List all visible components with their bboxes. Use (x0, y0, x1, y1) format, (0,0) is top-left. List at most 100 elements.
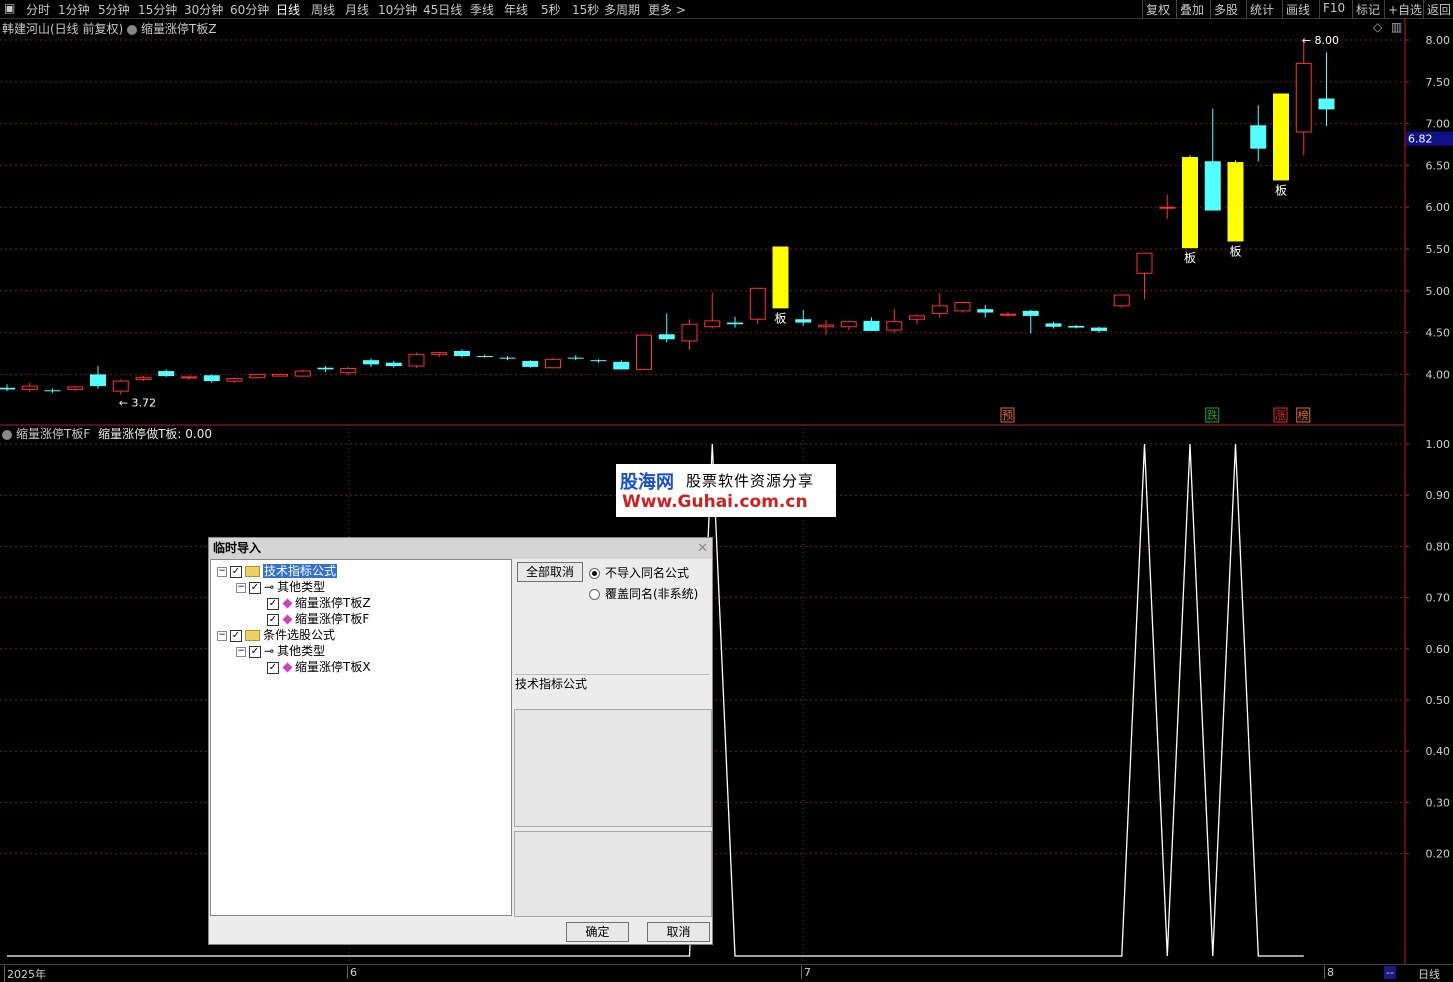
period-tab[interactable]: 周线 (311, 1, 335, 18)
low-label: ← 3.72 (119, 396, 156, 409)
period-tab[interactable]: 分时 (26, 1, 50, 18)
x-axis-label: 2025年 (4, 966, 46, 982)
high-label: ← 8.00 (1302, 34, 1339, 47)
tree-node-item[interactable]: ✓ 缩量涨停T板Z (255, 595, 371, 611)
period-tab[interactable]: 日线 (276, 1, 300, 18)
tree-node-key[interactable]: − ✓ ⊸ 其他类型 (236, 579, 325, 595)
toolbar-tool[interactable]: F10 (1323, 1, 1345, 15)
radio-no-import[interactable]: 不导入同名公式 (589, 564, 689, 581)
period-tab[interactable]: 月线 (345, 1, 369, 18)
indicator-tick-label: 0.60 (1426, 643, 1451, 656)
event-tag[interactable]: 涨 (1275, 409, 1286, 422)
toolbar-menu-icon[interactable]: ▣ (4, 1, 15, 15)
period-tab[interactable]: 15分钟 (138, 1, 177, 18)
tree-node-item[interactable]: ✓ 缩量涨停T板F (255, 611, 369, 627)
toolbar-tool[interactable]: 返回 (1427, 1, 1451, 18)
toolbar-tool[interactable]: 叠加 (1180, 1, 1204, 18)
period-tab[interactable]: 5分钟 (98, 1, 130, 18)
formula-params-box[interactable] (514, 831, 712, 917)
board-mark: 板 (1184, 251, 1196, 265)
checkbox-checked-icon[interactable]: ✓ (267, 613, 279, 626)
candle-body (863, 320, 880, 331)
kline-chart[interactable]: 8.00 7.50 7.00 6.50 6.00 5.50 5.00 4.50 4.00 6.82… (0, 18, 1453, 428)
toolbar-tool[interactable]: 多股 (1214, 1, 1238, 18)
formula-gem-icon (282, 614, 293, 625)
x-axis: 2025年 6 7 8 -- 日线 (0, 964, 1453, 982)
period-tab[interactable]: 年线 (504, 1, 528, 18)
radio-unchecked-icon (589, 589, 600, 600)
indicator-tick-label: 0.50 (1426, 694, 1451, 707)
period-tab[interactable]: 多周期 (604, 1, 640, 18)
tree-node-label: 缩量涨停T板F (295, 612, 370, 626)
period-tab[interactable]: 1分钟 (58, 1, 90, 18)
candle-body (613, 361, 630, 370)
section-label: 技术指标公式 (515, 677, 588, 691)
radio-overwrite[interactable]: 覆盖同名(非系统) (589, 585, 698, 602)
board-mark: 板 (774, 311, 786, 325)
period-tab[interactable]: 10分钟 (378, 1, 417, 18)
checkbox-checked-icon[interactable]: ✓ (267, 661, 279, 674)
formula-gem-icon (282, 662, 293, 673)
period-tab[interactable]: 30分钟 (184, 1, 223, 18)
tree-node-label: 缩量涨停T板Z (295, 596, 371, 610)
tree-node-folder[interactable]: − ✓ 技术指标公式 (217, 563, 338, 579)
period-tab[interactable]: 45日线 (423, 1, 462, 18)
event-tag[interactable]: 跌 (1207, 408, 1218, 422)
period-tab[interactable]: 60分钟 (230, 1, 269, 18)
toolbar-tool[interactable]: 统计 (1250, 1, 1274, 18)
collapse-icon[interactable]: − (217, 566, 227, 577)
candle-body (90, 374, 106, 387)
candle-body (294, 370, 311, 377)
price-tick-label: 5.00 (1426, 285, 1451, 298)
checkbox-checked-icon[interactable]: ✓ (249, 581, 261, 594)
period-tab[interactable]: 季线 (470, 1, 494, 18)
period-tab[interactable]: 5秒 (541, 1, 561, 18)
candle-body (658, 334, 675, 340)
price-tick-label: 7.00 (1426, 118, 1451, 131)
checkbox-checked-icon[interactable]: ✓ (230, 629, 242, 642)
toolbar-tool[interactable]: +自选 (1388, 1, 1422, 18)
toolbar-separator (1384, 0, 1385, 18)
checkbox-checked-icon[interactable]: ✓ (267, 597, 279, 610)
event-tag[interactable]: 预 (1002, 409, 1013, 422)
indicator-tick-label: 0.30 (1426, 796, 1451, 809)
close-icon[interactable]: ✕ (697, 541, 708, 556)
formula-gem-icon (282, 598, 293, 609)
tree-node-label: 其他类型 (277, 580, 326, 594)
toolbar-separator (1246, 0, 1247, 18)
tree-node-key[interactable]: − ✓ ⊸ 其他类型 (236, 643, 325, 659)
formula-description-box[interactable] (514, 709, 712, 827)
checkbox-checked-icon[interactable]: ✓ (249, 645, 261, 658)
toolbar-tool[interactable]: 画线 (1286, 1, 1310, 18)
ok-button[interactable]: 确定 (566, 922, 629, 942)
candle-body (1250, 125, 1267, 149)
candle-body (135, 377, 152, 380)
cancel-button[interactable]: 取消 (647, 922, 710, 942)
tree-node-folder[interactable]: − ✓ 条件选股公式 (217, 627, 335, 643)
tree-node-item[interactable]: ✓ 缩量涨停T板X (255, 659, 371, 675)
price-tick-label: 8.00 (1426, 34, 1451, 47)
x-axis-dash[interactable]: -- (1384, 966, 1396, 979)
candle-body (1000, 313, 1016, 316)
checkbox-checked-icon[interactable]: ✓ (230, 565, 242, 578)
toolbar-separator (1423, 0, 1424, 18)
candle-body (1159, 206, 1176, 209)
price-tick-label: 5.50 (1426, 243, 1451, 256)
formula-tree[interactable]: − ✓ 技术指标公式 − ✓ ⊸ 其他类型 ✓ 缩量涨停T板Z ✓ 缩量涨停T板F − ✓ 条件选股公式 −… (210, 559, 512, 916)
toolbar-tool[interactable]: 复权 (1146, 1, 1170, 18)
collapse-icon[interactable]: − (236, 582, 246, 593)
period-tab[interactable]: 更多 > (648, 1, 686, 18)
x-axis-period[interactable]: 日线 (1418, 966, 1440, 982)
cancel-all-button[interactable]: 全部取消 (517, 562, 583, 582)
toolbar-tool[interactable]: 标记 (1356, 1, 1380, 18)
period-tab[interactable]: 15秒 (572, 1, 599, 18)
collapse-icon[interactable]: − (236, 646, 246, 657)
folder-icon (245, 630, 260, 641)
tree-node-label: 条件选股公式 (263, 628, 336, 642)
indicator-tick-label: 0.20 (1426, 848, 1451, 861)
collapse-icon[interactable]: − (217, 630, 227, 641)
candle-body (1091, 327, 1107, 331)
board-mark: 板 (1275, 183, 1287, 197)
candle-body (1204, 161, 1221, 211)
event-tag[interactable]: 榜 (1298, 408, 1309, 422)
